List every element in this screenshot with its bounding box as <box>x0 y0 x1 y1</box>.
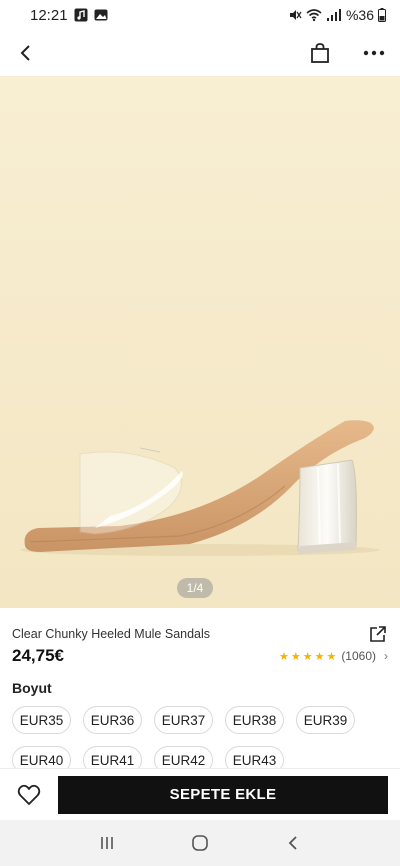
heart-icon <box>17 784 41 805</box>
system-back-button[interactable] <box>273 823 313 863</box>
share-icon <box>370 626 386 642</box>
bottom-action-bar: SEPETE EKLE <box>0 768 400 820</box>
rating-count: (1060) <box>341 649 376 663</box>
shopping-bag-icon <box>311 43 329 63</box>
product-price: 24,75€ <box>12 646 64 665</box>
more-button[interactable] <box>360 39 388 67</box>
size-option[interactable]: EUR36 <box>83 706 142 734</box>
size-option[interactable]: EUR39 <box>296 706 355 734</box>
chevron-left-icon <box>289 836 297 850</box>
rating[interactable]: ★ ★ ★ ★ ★ (1060) › <box>279 649 388 663</box>
image-counter: 1/4 <box>177 578 213 598</box>
wishlist-button[interactable] <box>14 780 44 810</box>
battery-percent: %36 <box>345 7 374 23</box>
wifi-icon <box>306 8 322 22</box>
title-row: Clear Chunky Heeled Mule Sandals <box>12 624 388 644</box>
product-title: Clear Chunky Heeled Mule Sandals <box>12 627 211 641</box>
star-icon: ★ <box>302 650 313 663</box>
home-icon <box>192 835 208 851</box>
price-row: 24,75€ ★ ★ ★ ★ ★ (1060) › <box>12 646 388 666</box>
size-options: EUR35 EUR36 EUR37 EUR38 EUR39 EUR40 EUR4… <box>12 706 388 774</box>
status-time: 12:21 <box>30 6 68 24</box>
product-image[interactable] <box>0 76 400 608</box>
recent-apps-button[interactable] <box>87 823 127 863</box>
star-icon: ★ <box>314 650 325 663</box>
battery-icon <box>378 8 386 22</box>
star-icon: ★ <box>290 650 301 663</box>
share-button[interactable] <box>368 624 388 644</box>
header-actions <box>306 39 388 67</box>
star-icon: ★ <box>278 650 289 663</box>
mute-icon <box>288 8 302 22</box>
music-app-icon <box>74 8 88 22</box>
app-header <box>0 30 400 76</box>
star-icon: ★ <box>326 650 337 663</box>
system-nav-bar <box>0 820 400 866</box>
size-option[interactable]: EUR37 <box>154 706 213 734</box>
status-bar: 12:21 %36 <box>0 0 400 30</box>
size-option[interactable]: EUR35 <box>12 706 71 734</box>
arrow-left-icon <box>20 45 30 61</box>
more-dots-icon <box>363 50 385 56</box>
status-right: %36 <box>288 7 386 23</box>
add-to-cart-button[interactable]: SEPETE EKLE <box>58 775 388 814</box>
home-button[interactable] <box>180 823 220 863</box>
cart-button[interactable] <box>306 39 334 67</box>
status-left: 12:21 <box>30 7 108 24</box>
sandal-image <box>0 76 400 608</box>
signal-icon <box>326 8 342 22</box>
size-label: Boyut <box>12 680 52 696</box>
gallery-app-icon <box>94 8 108 22</box>
recent-apps-icon <box>100 837 113 849</box>
back-button[interactable] <box>12 39 40 67</box>
chevron-right-icon: › <box>384 649 388 663</box>
size-option[interactable]: EUR38 <box>225 706 284 734</box>
